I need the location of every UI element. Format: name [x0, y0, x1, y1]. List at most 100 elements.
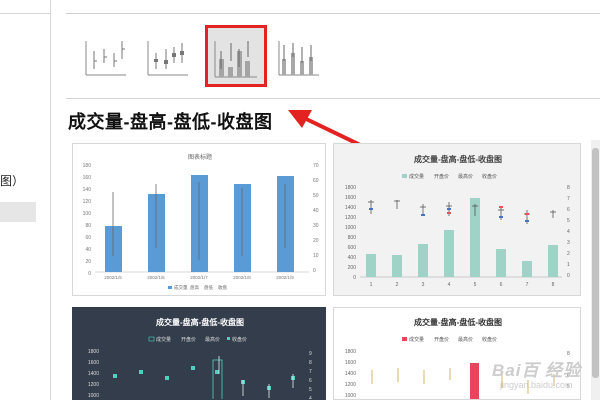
preview-2-bar	[548, 245, 558, 277]
preview-1-right-tick: 30	[313, 223, 319, 229]
preview-2-category: 4	[448, 282, 451, 288]
vertical-scrollbar[interactable]	[591, 140, 600, 400]
preview-2-left-tick: 800	[348, 235, 357, 241]
preview-3-left-tick: 1600	[88, 360, 99, 366]
preview-2-legend: 收盘价	[482, 173, 497, 180]
preview-2-left-tick: 0	[353, 275, 356, 281]
preview-2-category: 2	[396, 282, 399, 288]
preview-1-left-tick: 60	[85, 235, 91, 241]
chart-preview-3[interactable]: 成交量-盘高-盘低-收盘图 成交量 开盘价 最高价 收盘价 1800 1600 …	[72, 307, 326, 400]
header-bar	[66, 0, 600, 14]
preview-2-left-tick: 1400	[345, 205, 356, 211]
preview-2-left-tick: 1600	[345, 195, 356, 201]
preview-1-bar	[277, 176, 294, 272]
preview-1-title: 图表标题	[188, 153, 212, 161]
preview-3-legend: 开盘价	[181, 336, 196, 343]
preview-1-right-tick: 50	[313, 193, 319, 199]
preview-4-legend: 成交量	[409, 336, 424, 343]
scrollbar-thumb[interactable]	[592, 148, 599, 378]
preview-1-chart: 图表标题 180 160 140 120 100 80 60 40 20 0 7…	[83, 153, 319, 291]
chart-type-high-low-close[interactable]	[80, 23, 138, 83]
preview-4-left-tick: 1400	[345, 371, 356, 377]
preview-2-left-tick: 600	[348, 245, 357, 251]
preview-1-category: 2002/1/9	[276, 275, 294, 280]
preview-1-left-tick: 140	[83, 187, 92, 193]
preview-1-right-tick: 40	[313, 208, 319, 214]
preview-1-bar	[148, 194, 165, 272]
preview-4-left-tick: 1200	[345, 382, 356, 388]
volume-open-high-low-close-icon	[278, 41, 319, 76]
high-low-close-icon	[85, 41, 126, 76]
chart-type-volume-open-high-low-close[interactable]	[273, 23, 331, 83]
preview-1-category: 2002/1/6	[147, 275, 165, 280]
preview-3-right-tick: 7	[309, 369, 312, 375]
preview-2-category: 6	[500, 282, 503, 288]
preview-2-title: 成交量-盘高-盘低-收盘图	[414, 154, 502, 164]
preview-1-bar	[105, 226, 122, 272]
preview-1-category: 2002/1/5	[104, 275, 122, 280]
preview-2-left-tick: 400	[348, 255, 357, 261]
preview-2-category: 8	[552, 282, 555, 288]
preview-4-legend: 开盘价	[434, 336, 449, 343]
preview-3-right-tick: 5	[309, 387, 312, 393]
preview-2-category: 7	[526, 282, 529, 288]
preview-1-right-tick: 10	[313, 253, 319, 259]
left-panel: 图）	[0, 0, 51, 400]
preview-1-category: 2002/1/8	[233, 275, 251, 280]
preview-2-bar	[496, 249, 506, 277]
preview-3-legend: 收盘价	[232, 336, 247, 343]
preview-1-bar	[191, 175, 208, 272]
preview-2-category: 5	[474, 282, 477, 288]
preview-2-legend: 最高价	[458, 173, 473, 180]
preview-1-legend: 成交量	[174, 284, 188, 291]
preview-2-legend: 成交量	[409, 173, 424, 180]
preview-4-legend: 收盘价	[482, 336, 497, 343]
chart-preview-1[interactable]: 图表标题 180 160 140 120 100 80 60 40 20 0 7…	[72, 143, 326, 296]
preview-1-legend: 盘低	[204, 284, 213, 291]
preview-1-bar	[234, 184, 251, 272]
preview-1-right-tick: 0	[313, 268, 316, 274]
preview-3-right-tick: 8	[309, 360, 312, 366]
chart-type-open-high-low-close[interactable]	[142, 23, 200, 83]
left-panel-selected-item[interactable]	[0, 202, 36, 222]
preview-1-legend: 盘高	[190, 284, 199, 291]
preview-2-left-tick: 200	[348, 265, 357, 271]
preview-2-category: 1	[370, 282, 373, 288]
watermark-url: jingyan.baidu.com	[500, 380, 573, 390]
preview-1-left-tick: 100	[83, 211, 92, 217]
preview-4-left-tick: 1600	[345, 360, 356, 366]
preview-2-category: 3	[422, 282, 425, 288]
preview-1-right-tick: 60	[313, 178, 319, 184]
chart-preview-2[interactable]: 成交量-盘高-盘低-收盘图 成交量 开盘价 最高价 收盘价 1800 1600 …	[333, 143, 581, 296]
preview-4-legend: 最高价	[458, 336, 473, 343]
preview-1-category: 2002/1/7	[190, 275, 208, 280]
preview-3-left-tick: 1400	[88, 371, 99, 377]
preview-1-left-tick: 180	[83, 163, 92, 169]
left-panel-item-label[interactable]: 图）	[0, 172, 24, 189]
watermark-logo: Bai百 经验	[492, 361, 582, 380]
preview-1-left-tick: 40	[85, 247, 91, 253]
preview-3-left-tick: 1800	[88, 349, 99, 355]
open-high-low-close-icon	[147, 41, 188, 76]
preview-2-right-tick: 0	[567, 273, 570, 279]
preview-2-right-tick: 8	[567, 185, 570, 191]
preview-2-left-tick: 1200	[345, 215, 356, 221]
preview-2-bar	[366, 254, 376, 277]
preview-1-left-tick: 0	[88, 271, 91, 277]
preview-3-title: 成交量-盘高-盘低-收盘图	[156, 317, 244, 327]
preview-2-right-tick: 5	[567, 218, 570, 224]
preview-1-left-tick: 80	[85, 223, 91, 229]
left-panel-header	[0, 0, 50, 14]
preview-3-legend: 最高价	[205, 336, 220, 343]
preview-3-right-tick: 6	[309, 378, 312, 384]
preview-3-left-tick: 1000	[88, 393, 99, 399]
preview-1-left-tick: 160	[83, 175, 92, 181]
section-title: 成交量-盘高-盘低-收盘图	[68, 112, 273, 132]
preview-1-legend: 收盘	[218, 284, 227, 291]
preview-4-left-tick: 1000	[345, 393, 356, 399]
preview-3-right-tick: 9	[309, 351, 312, 357]
preview-2-bar	[392, 255, 402, 277]
preview-1-left-tick: 20	[85, 259, 91, 265]
preview-3-left-tick: 1200	[88, 382, 99, 388]
preview-2-right-tick: 2	[567, 251, 570, 257]
